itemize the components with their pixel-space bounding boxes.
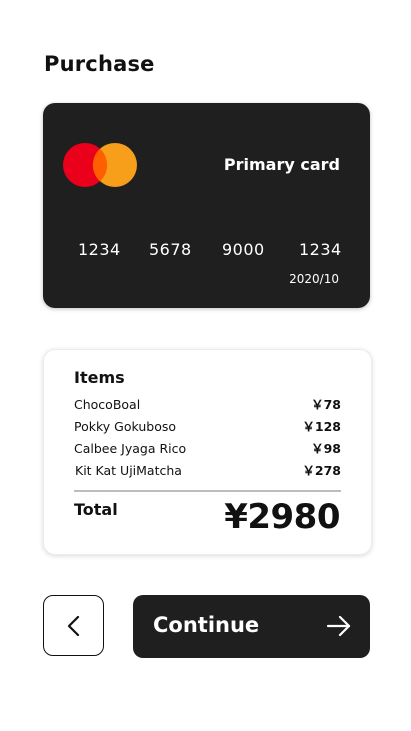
list-item: Calbee Jyaga Rico ￥98	[74, 441, 341, 461]
card-number-group-4: 1234	[299, 240, 342, 259]
chevron-left-icon	[67, 615, 79, 636]
item-price: ￥128	[302, 419, 341, 434]
total-label: Total	[74, 500, 118, 519]
page-title: Purchase	[44, 52, 155, 76]
continue-button[interactable]: Continue	[133, 595, 370, 658]
total-value: ¥2980	[224, 497, 340, 537]
card-number-group-2: 5678	[149, 240, 192, 259]
item-price: ￥278	[302, 463, 341, 478]
payment-card[interactable]: Primary card 1234 5678 9000 1234 2020/10	[43, 103, 370, 308]
item-name: ChocoBoal	[74, 397, 141, 412]
card-number-group-3: 9000	[222, 240, 265, 259]
card-label: Primary card	[223, 155, 340, 174]
card-expiry: 2020/10	[289, 272, 339, 286]
item-name: Pokky Gokuboso	[74, 419, 176, 434]
divider	[74, 490, 341, 492]
item-name: Kit Kat UjiMatcha	[75, 463, 182, 478]
list-item: Pokky Gokuboso ￥128	[74, 419, 341, 439]
list-item: ChocoBoal ￥78	[74, 397, 341, 417]
back-button[interactable]	[43, 595, 104, 656]
list-item: Kit Kat UjiMatcha ￥278	[74, 463, 341, 483]
arrow-right-icon	[326, 615, 351, 637]
continue-label: Continue	[153, 613, 260, 637]
items-heading: Items	[74, 368, 125, 387]
mastercard-logo-icon	[63, 143, 137, 187]
order-summary: Items ChocoBoal ￥78 Pokky Gokuboso ￥128 …	[43, 349, 372, 555]
item-price: ￥98	[311, 441, 341, 456]
card-number-group-1: 1234	[78, 240, 121, 259]
item-name: Calbee Jyaga Rico	[74, 441, 187, 456]
item-price: ￥78	[311, 397, 341, 412]
